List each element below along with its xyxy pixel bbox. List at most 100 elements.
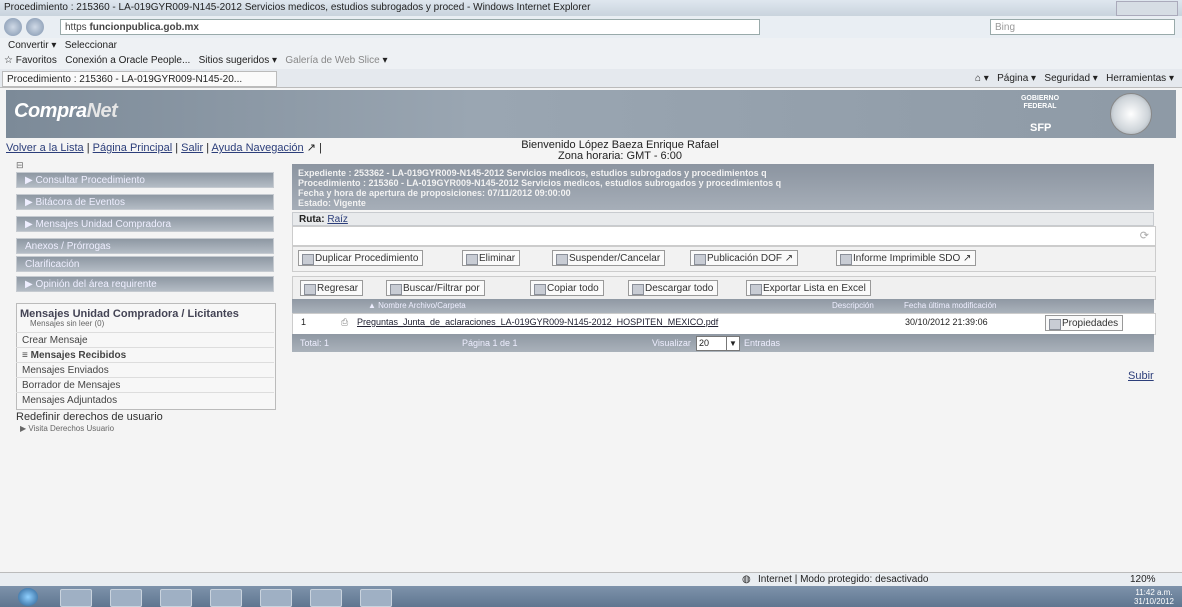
printer-icon — [840, 254, 852, 265]
expediente-header: Expediente : 253362 - LA-019GYR009-N145-… — [292, 164, 1154, 210]
apertura-line: Fecha y hora de apertura de proposicione… — [298, 188, 571, 198]
ayuda-link[interactable]: Ayuda Navegación — [212, 142, 304, 154]
fav-oracle-link[interactable]: Conexión a Oracle People... — [65, 55, 190, 66]
sidebar-item-mensajes[interactable]: ▶ Mensajes Unidad Compradora — [16, 216, 274, 232]
window-controls[interactable] — [1116, 1, 1178, 16]
compranet-logo[interactable]: CompraNet — [14, 100, 118, 123]
browser-tab[interactable]: Procedimiento : 215360 - LA-019GYR009-N1… — [2, 71, 277, 87]
msg-item-recibidos[interactable]: ≡ Mensajes Recibidos — [16, 347, 274, 362]
export-excel-button[interactable]: Exportar Lista en Excel — [746, 280, 871, 296]
publish-icon — [694, 254, 706, 265]
fav-sitios-link[interactable]: Sitios sugeridos — [199, 55, 270, 66]
sidebar-item-anexos[interactable]: Anexos / Prórrogas — [16, 238, 274, 254]
app-k-taskbar-icon[interactable] — [310, 589, 342, 607]
msg-item-enviados[interactable]: Mensajes Enviados — [16, 362, 274, 377]
refresh-icon[interactable]: ⟳ — [1140, 229, 1149, 242]
back-button[interactable] — [4, 18, 22, 36]
footer-visualizar: Visualizar — [652, 338, 691, 348]
report-button[interactable]: Informe Imprimible SDO ↗ — [836, 250, 977, 266]
zoom-level[interactable]: 120% — [1130, 573, 1156, 587]
media-taskbar-icon[interactable] — [110, 589, 142, 607]
copy-all-icon — [534, 284, 546, 295]
suspend-button[interactable]: Suspender/Cancelar — [552, 250, 666, 266]
page-size-select[interactable]: 20 — [696, 336, 728, 351]
home-icon[interactable]: ⌂ — [975, 73, 981, 84]
site-banner — [6, 90, 1176, 138]
tools-menu[interactable]: Herramientas — [1106, 73, 1166, 84]
col-descripcion[interactable]: Descripción — [832, 299, 874, 313]
explorer-taskbar-icon[interactable] — [160, 589, 192, 607]
msg-item-crear[interactable]: Crear Mensaje — [16, 332, 274, 347]
sidebar-item-clarificacion[interactable]: Clarificación — [16, 256, 274, 272]
redefine-rights-link[interactable]: ▶ Visita Derechos Usuario — [20, 424, 114, 433]
duplicate-button[interactable]: Duplicar Procedimiento — [298, 250, 424, 266]
app-l-taskbar-icon[interactable] — [210, 589, 242, 607]
footer-page: Página 1 de 1 — [462, 338, 518, 348]
principal-link[interactable]: Página Principal — [93, 142, 173, 154]
footer-total: Total: 1 — [300, 338, 330, 348]
messages-unread[interactable]: Mensajes sin leer (0) — [30, 319, 104, 328]
welcome-block: Bienvenido López Baeza Enrique Rafael Zo… — [470, 140, 770, 162]
security-menu[interactable]: Seguridad — [1044, 73, 1090, 84]
procedimiento-line: Procedimiento : 215360 - LA-019GYR009-N1… — [298, 178, 782, 188]
system-clock[interactable]: 11:42 a.m. 31/10/2012 — [1134, 588, 1174, 606]
sidebar-item-consultar[interactable]: ▶ Consultar Procedimiento — [16, 172, 274, 188]
file-date: 30/10/2012 21:39:06 — [905, 317, 988, 327]
row-number: 1 — [301, 317, 307, 327]
pdf-icon: ⎙ — [341, 317, 349, 327]
command-bar: ⌂ ▾ Página ▾ Seguridad ▾ Herramientas ▾ — [974, 73, 1174, 84]
ie-taskbar-icon[interactable] — [60, 589, 92, 607]
sidebar-item-bitacora[interactable]: ▶ Bitácora de Eventos — [16, 194, 274, 210]
estado-line: Estado: Vigente — [298, 198, 366, 208]
ruta-root-link[interactable]: Raíz — [327, 214, 348, 225]
msg-item-adjuntados[interactable]: Mensajes Adjuntados — [16, 392, 274, 407]
suspend-icon — [556, 254, 568, 265]
back-list-button[interactable]: Regresar — [300, 280, 364, 296]
msg-item-borrador[interactable]: Borrador de Mensajes — [16, 377, 274, 392]
copy-all-button[interactable]: Copiar todo — [530, 280, 604, 296]
table-header: ▲ Nombre Archivo/Carpeta Descripción Fec… — [292, 299, 1154, 313]
delete-button[interactable]: Eliminar — [462, 250, 521, 266]
sidebar-collapse-icon[interactable]: ⊟ — [16, 160, 24, 171]
arrow-left-icon — [304, 284, 316, 295]
footer-entries: Entradas — [744, 338, 781, 348]
sfp-label: SFP — [1030, 122, 1052, 134]
filter-button[interactable]: Buscar/Filtrar por — [386, 280, 485, 296]
breadcrumb: Ruta: Raíz — [292, 212, 1154, 226]
timezone: Zona horaria: GMT - 6:00 — [558, 150, 682, 162]
security-zone[interactable]: Internet | Modo protegido: desactivado — [758, 573, 928, 587]
file-link[interactable]: Preguntas_Junta_de_aclaraciones_LA-019GY… — [357, 317, 718, 327]
redefine-rights-title: Redefinir derechos de usuario — [16, 411, 163, 423]
salir-link[interactable]: Salir — [181, 142, 203, 154]
dof-button[interactable]: Publicación DOF ↗ — [690, 250, 799, 266]
select-button[interactable]: Seleccionar — [65, 40, 117, 51]
window-title: Procedimiento : 215360 - LA-019GYR009-N1… — [4, 2, 591, 13]
app-o-taskbar-icon[interactable] — [260, 589, 292, 607]
star-icon: ☆ — [4, 55, 13, 66]
word-taskbar-icon[interactable] — [360, 589, 392, 607]
search-field[interactable]: Bing — [990, 19, 1175, 35]
col-nombre[interactable]: ▲ Nombre Archivo/Carpeta — [368, 299, 466, 313]
page-menu[interactable]: Página — [997, 73, 1028, 84]
subir-link[interactable]: Subir — [1128, 370, 1154, 382]
forward-button[interactable] — [26, 18, 44, 36]
properties-button[interactable]: Propiedades — [1045, 315, 1124, 331]
table-row[interactable]: 1 ⎙ Preguntas_Junta_de_aclaraciones_LA-0… — [292, 313, 1156, 335]
sidebar-item-opinion[interactable]: ▶ Opinión del área requirente — [16, 276, 274, 292]
search-icon — [390, 284, 402, 295]
volver-link[interactable]: Volver a la Lista — [6, 142, 84, 154]
favorites-bar: ☆ Favoritos Conexión a Oracle People... … — [0, 53, 1182, 69]
excel-icon — [750, 284, 762, 295]
status-bar: ◍ Internet | Modo protegido: desactivado… — [0, 572, 1182, 587]
chevron-down-icon[interactable]: ▼ — [726, 336, 740, 351]
favorites-button[interactable]: Favoritos — [16, 55, 57, 66]
start-icon[interactable] — [18, 588, 38, 606]
globe-icon: ◍ — [742, 574, 751, 585]
mexico-seal-icon — [1110, 93, 1152, 135]
fav-galeria-link[interactable]: Galería de Web Slice — [285, 55, 379, 66]
table-footer: Total: 1 Página 1 de 1 Visualizar 20 ▼ E… — [292, 334, 1154, 352]
col-fecha[interactable]: Fecha última modificación — [904, 299, 996, 313]
convert-menu[interactable]: Convertir — [8, 40, 49, 51]
url-field[interactable]: https funcionpublica.gob.mx — [60, 19, 760, 35]
download-all-button[interactable]: Descargar todo — [628, 280, 719, 296]
